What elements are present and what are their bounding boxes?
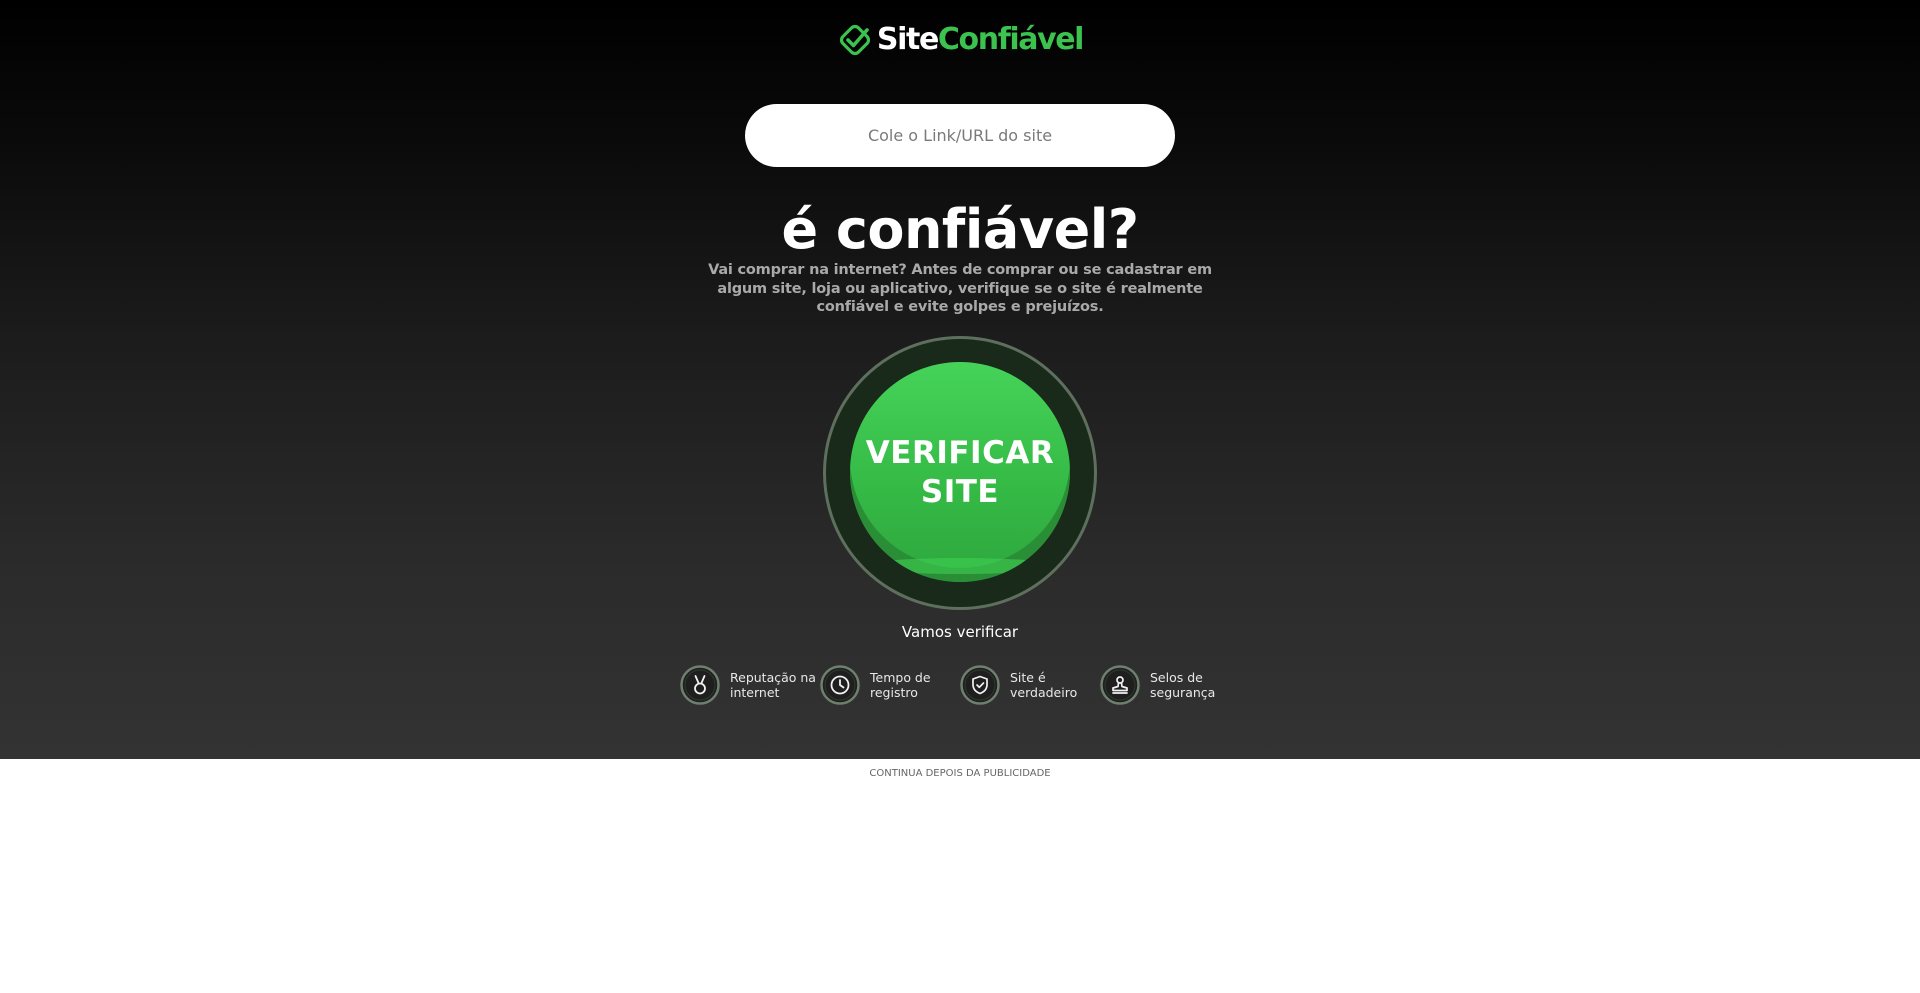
stamp-icon <box>1100 665 1140 705</box>
medal-icon <box>680 665 720 705</box>
features-list: Reputação na internet Tempo de registro <box>680 664 1240 706</box>
feature-item-reputation: Reputação na internet <box>680 664 820 706</box>
logo-text: SiteConfiável <box>876 20 1085 60</box>
check-badge-icon <box>839 24 871 56</box>
feature-label-security-seals-line1: Selos de <box>1150 670 1203 685</box>
logo-text-confiavel: Confiável <box>937 22 1085 57</box>
verify-button-label: VERIFICAR SITE <box>850 434 1070 512</box>
verify-button-highlight <box>862 558 1058 574</box>
feature-label-registration-time: Tempo de registro <box>870 670 956 700</box>
page-subtitle: Vai comprar na internet? Antes de compra… <box>708 262 1212 315</box>
verify-button-label-line2: SITE <box>920 474 1000 510</box>
clock-icon <box>820 665 860 705</box>
feature-label-site-real-line2: verdadeiro <box>1010 685 1078 700</box>
verify-button-label-line1: VERIFICAR <box>865 435 1055 471</box>
feature-label-security-seals-line2: segurança <box>1150 685 1216 700</box>
feature-label-site-real-line1: Site é <box>1010 670 1046 685</box>
hero-section: SiteConfiável é confiável? Vai comprar n… <box>0 0 1920 759</box>
site-logo[interactable]: SiteConfiável <box>0 20 1920 60</box>
feature-label-registration-line1: Tempo de <box>870 670 931 685</box>
feature-label-reputation-line2: internet <box>730 685 780 700</box>
shield-check-icon <box>960 665 1000 705</box>
feature-label-registration-line2: registro <box>870 685 918 700</box>
feature-label-site-real: Site é verdadeiro <box>1010 670 1096 700</box>
feature-label-reputation: Reputação na internet <box>730 670 816 700</box>
feature-label-reputation-line1: Reputação na <box>730 670 816 685</box>
verify-caption: Vamos verificar <box>901 623 1019 641</box>
ad-notice: CONTINUA DEPOIS DA PUBLICIDADE <box>869 768 1051 779</box>
feature-item-security-seals: Selos de segurança <box>1100 664 1240 706</box>
feature-item-registration-time: Tempo de registro <box>820 664 960 706</box>
logo-text-site: Site <box>876 22 939 57</box>
url-input[interactable] <box>745 104 1175 167</box>
page-title: é confiável? <box>781 198 1139 261</box>
feature-item-site-real: Site é verdadeiro <box>960 664 1100 706</box>
verify-site-button[interactable]: VERIFICAR SITE <box>850 362 1070 582</box>
feature-label-security-seals: Selos de segurança <box>1150 670 1236 700</box>
